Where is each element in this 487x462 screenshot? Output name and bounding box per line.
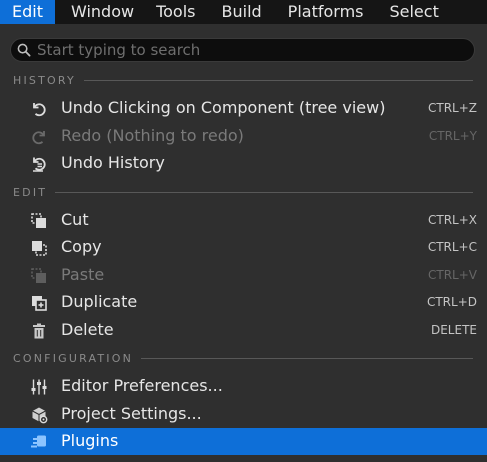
menu-item-label: Project Settings...: [61, 404, 202, 423]
menu-item-undo-history[interactable]: Undo History: [0, 150, 487, 177]
section-edit: EDIT: [13, 185, 473, 199]
menu-item-cut[interactable]: Cut CTRL+X: [0, 207, 487, 234]
menu-build[interactable]: Build: [208, 0, 274, 24]
shortcut-label: CTRL+D: [426, 295, 477, 309]
search-icon: [11, 43, 37, 57]
search-box: [10, 38, 475, 62]
menu-window[interactable]: Window: [55, 0, 146, 24]
copy-icon: [30, 239, 48, 257]
undo-history-icon: [30, 155, 48, 173]
menu-item-label: Delete: [61, 320, 114, 339]
trash-icon: [30, 322, 48, 340]
project-settings-icon: [30, 406, 48, 424]
section-divider: [141, 357, 473, 359]
section-divider: [83, 79, 473, 81]
menu-item-plugins[interactable]: Plugins: [0, 428, 487, 455]
menu-item-label: Redo (Nothing to redo): [61, 126, 244, 145]
search-input[interactable]: [37, 39, 474, 61]
menu-item-label: Undo History: [61, 153, 165, 172]
shortcut-label: CTRL+Z: [427, 101, 477, 115]
menu-item-label: Duplicate: [61, 292, 138, 311]
section-divider: [55, 191, 473, 193]
section-configuration: CONFIGURATION: [13, 351, 473, 365]
shortcut-label: CTRL+X: [427, 213, 477, 227]
menu-item-label: Undo Clicking on Component (tree view): [61, 98, 386, 117]
menu-tools[interactable]: Tools: [146, 0, 207, 24]
sliders-icon: [30, 378, 48, 396]
menu-item-label: Editor Preferences...: [61, 376, 223, 395]
section-title-configuration: CONFIGURATION: [13, 351, 134, 365]
menu-item-copy[interactable]: Copy CTRL+C: [0, 234, 487, 261]
shortcut-label: CTRL+V: [428, 268, 477, 282]
menu-item-label: Cut: [61, 210, 89, 229]
menu-select[interactable]: Select: [375, 0, 450, 24]
edit-menu-screen: Edit Window Tools Build Platforms Select…: [0, 0, 487, 462]
menu-item-undo[interactable]: Undo Clicking on Component (tree view) C…: [0, 95, 487, 122]
menu-item-delete[interactable]: Delete DELETE: [0, 317, 487, 344]
menu-platforms[interactable]: Platforms: [274, 0, 376, 24]
menu-item-duplicate[interactable]: Duplicate CTRL+D: [0, 289, 487, 316]
section-title-edit: EDIT: [13, 185, 48, 199]
undo-icon: [30, 100, 48, 118]
redo-icon: [30, 128, 48, 146]
menu-item-label: Copy: [61, 237, 102, 256]
section-title-history: HISTORY: [13, 73, 76, 87]
paste-icon: [30, 267, 48, 285]
shortcut-label: CTRL+Y: [428, 129, 477, 143]
shortcut-label: DELETE: [430, 323, 477, 337]
menu-bar: Edit Window Tools Build Platforms Select: [0, 0, 487, 24]
menu-item-redo[interactable]: Redo (Nothing to redo) CTRL+Y: [0, 123, 487, 150]
duplicate-icon: [30, 294, 48, 312]
section-history: HISTORY: [13, 73, 473, 87]
menu-edit[interactable]: Edit: [0, 0, 55, 24]
plugin-icon: [30, 433, 48, 451]
cut-icon: [30, 212, 48, 230]
shortcut-label: CTRL+C: [427, 240, 477, 254]
menu-item-label: Plugins: [61, 431, 119, 450]
menu-item-label: Paste: [61, 265, 105, 284]
menu-item-project-settings[interactable]: Project Settings...: [0, 401, 487, 428]
menu-item-paste[interactable]: Paste CTRL+V: [0, 262, 487, 289]
menu-item-editor-preferences[interactable]: Editor Preferences...: [0, 373, 487, 400]
